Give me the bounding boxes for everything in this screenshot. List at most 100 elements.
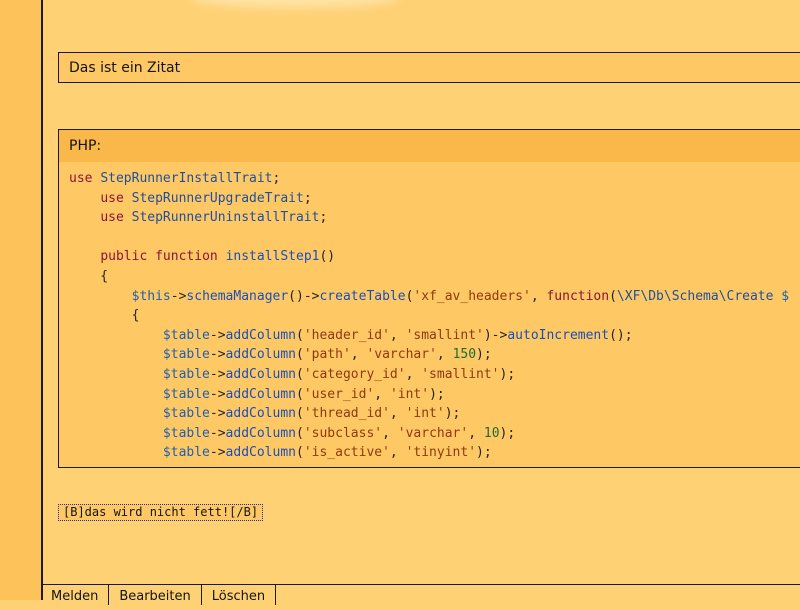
top-glow-decoration bbox=[190, 0, 400, 8]
code-token: ); bbox=[499, 366, 516, 382]
code-token: function bbox=[546, 288, 610, 304]
code-token: ( bbox=[296, 445, 304, 461]
code-token: , bbox=[350, 347, 367, 363]
code-token: schemaManager bbox=[186, 288, 289, 304]
code-token: addColumn bbox=[225, 347, 296, 363]
code-token: StepRunnerUpgradeTrait bbox=[131, 190, 304, 206]
code-token: $ bbox=[781, 288, 790, 304]
code-token: ; bbox=[272, 171, 281, 186]
code-line: public function installStep1() bbox=[69, 247, 800, 267]
code-token: ( bbox=[296, 406, 304, 422]
code-token: )-> bbox=[483, 327, 508, 343]
code-token: , bbox=[389, 406, 406, 422]
code-token: 'header_id' bbox=[303, 327, 390, 343]
code-token: $table bbox=[162, 366, 210, 382]
code-block-php: PHP: use StepRunnerInstallTrait; use Ste… bbox=[58, 129, 800, 468]
code-token: ()-> bbox=[288, 288, 320, 304]
code-token: installStep1 bbox=[225, 249, 320, 265]
code-token: use bbox=[100, 210, 124, 226]
code-token: addColumn bbox=[225, 366, 296, 382]
quote-block: Das ist ein Zitat bbox=[58, 52, 800, 83]
code-token: $table bbox=[162, 327, 210, 343]
code-token: , bbox=[468, 425, 484, 441]
code-token: -> bbox=[209, 425, 226, 441]
code-token: addColumn bbox=[225, 445, 296, 461]
code-token: $this bbox=[131, 288, 171, 304]
code-token: ); bbox=[499, 425, 516, 441]
code-line: $table->addColumn('thread_id', 'int'); bbox=[69, 404, 800, 424]
code-line: { bbox=[69, 306, 800, 326]
code-token: public bbox=[100, 249, 148, 265]
code-token: 10 bbox=[483, 425, 500, 441]
code-token: 'tinyint' bbox=[405, 445, 477, 461]
code-token: StepRunnerUninstallTrait bbox=[131, 210, 320, 226]
code-line: use StepRunnerUninstallTrait; bbox=[69, 208, 800, 228]
code-token: $table bbox=[162, 425, 210, 441]
code-token: $table bbox=[162, 386, 210, 402]
code-token: , bbox=[389, 445, 406, 461]
code-token: ( bbox=[296, 327, 304, 343]
delete-button[interactable]: Löschen bbox=[202, 585, 277, 605]
code-token: 'int' bbox=[405, 406, 445, 422]
code-token: $table bbox=[162, 347, 210, 363]
code-token: ( bbox=[609, 288, 617, 304]
code-token: addColumn bbox=[225, 406, 296, 422]
code-token: 'subclass' bbox=[303, 425, 383, 441]
code-token: -> bbox=[209, 406, 226, 422]
code-token: StepRunnerInstallTrait bbox=[100, 171, 273, 186]
code-token: ( bbox=[296, 366, 304, 382]
code-token: ( bbox=[296, 347, 304, 363]
post-action-bar: Melden Bearbeiten Löschen bbox=[41, 584, 800, 605]
code-token: ; bbox=[319, 210, 328, 226]
code-line: { bbox=[69, 267, 800, 287]
code-token: 'xf_av_headers' bbox=[413, 288, 531, 304]
code-token: , bbox=[374, 386, 390, 402]
code-token: ); bbox=[429, 386, 445, 402]
code-content[interactable]: use StepRunnerInstallTrait; use StepRunn… bbox=[59, 162, 800, 463]
code-token: -> bbox=[209, 366, 226, 382]
code-token: (); bbox=[609, 327, 633, 343]
code-token: use bbox=[69, 171, 93, 186]
code-token: 'smallint' bbox=[405, 327, 484, 343]
quote-text: Das ist ein Zitat bbox=[69, 60, 181, 76]
code-token: ( bbox=[296, 386, 304, 402]
inline-code-bbcode: [B]das wird nicht fett![/B] bbox=[58, 504, 264, 521]
code-token: \XF\Db\Schema\Create bbox=[616, 288, 774, 304]
code-token: 'category_id' bbox=[303, 366, 406, 382]
code-token: createTable bbox=[319, 288, 406, 304]
code-token: ); bbox=[476, 445, 492, 461]
code-token: use bbox=[100, 190, 124, 206]
code-language-label: PHP: bbox=[69, 138, 102, 154]
code-token: , bbox=[389, 327, 406, 343]
code-token: 'user_id' bbox=[303, 386, 375, 402]
code-token: -> bbox=[209, 386, 226, 402]
code-token: 'smallint' bbox=[421, 366, 500, 382]
code-token: -> bbox=[170, 288, 187, 304]
code-line: $table->addColumn('user_id', 'int'); bbox=[69, 385, 800, 405]
code-token: , bbox=[405, 366, 422, 382]
code-token: 'varchar' bbox=[366, 347, 437, 363]
code-line: $table->addColumn('path', 'varchar', 150… bbox=[69, 345, 800, 365]
code-token: 150 bbox=[452, 347, 477, 363]
code-token: -> bbox=[209, 347, 226, 363]
code-token: , bbox=[436, 347, 453, 363]
edit-button[interactable]: Bearbeiten bbox=[109, 585, 202, 605]
code-token: 'int' bbox=[389, 386, 430, 402]
code-token: ( bbox=[296, 425, 304, 441]
code-token: 'is_active' bbox=[303, 445, 390, 461]
code-token: ); bbox=[444, 406, 461, 422]
code-token: , bbox=[530, 288, 547, 304]
code-token: addColumn bbox=[225, 327, 296, 343]
report-button[interactable]: Melden bbox=[41, 585, 110, 605]
code-token: 'thread_id' bbox=[303, 406, 390, 422]
